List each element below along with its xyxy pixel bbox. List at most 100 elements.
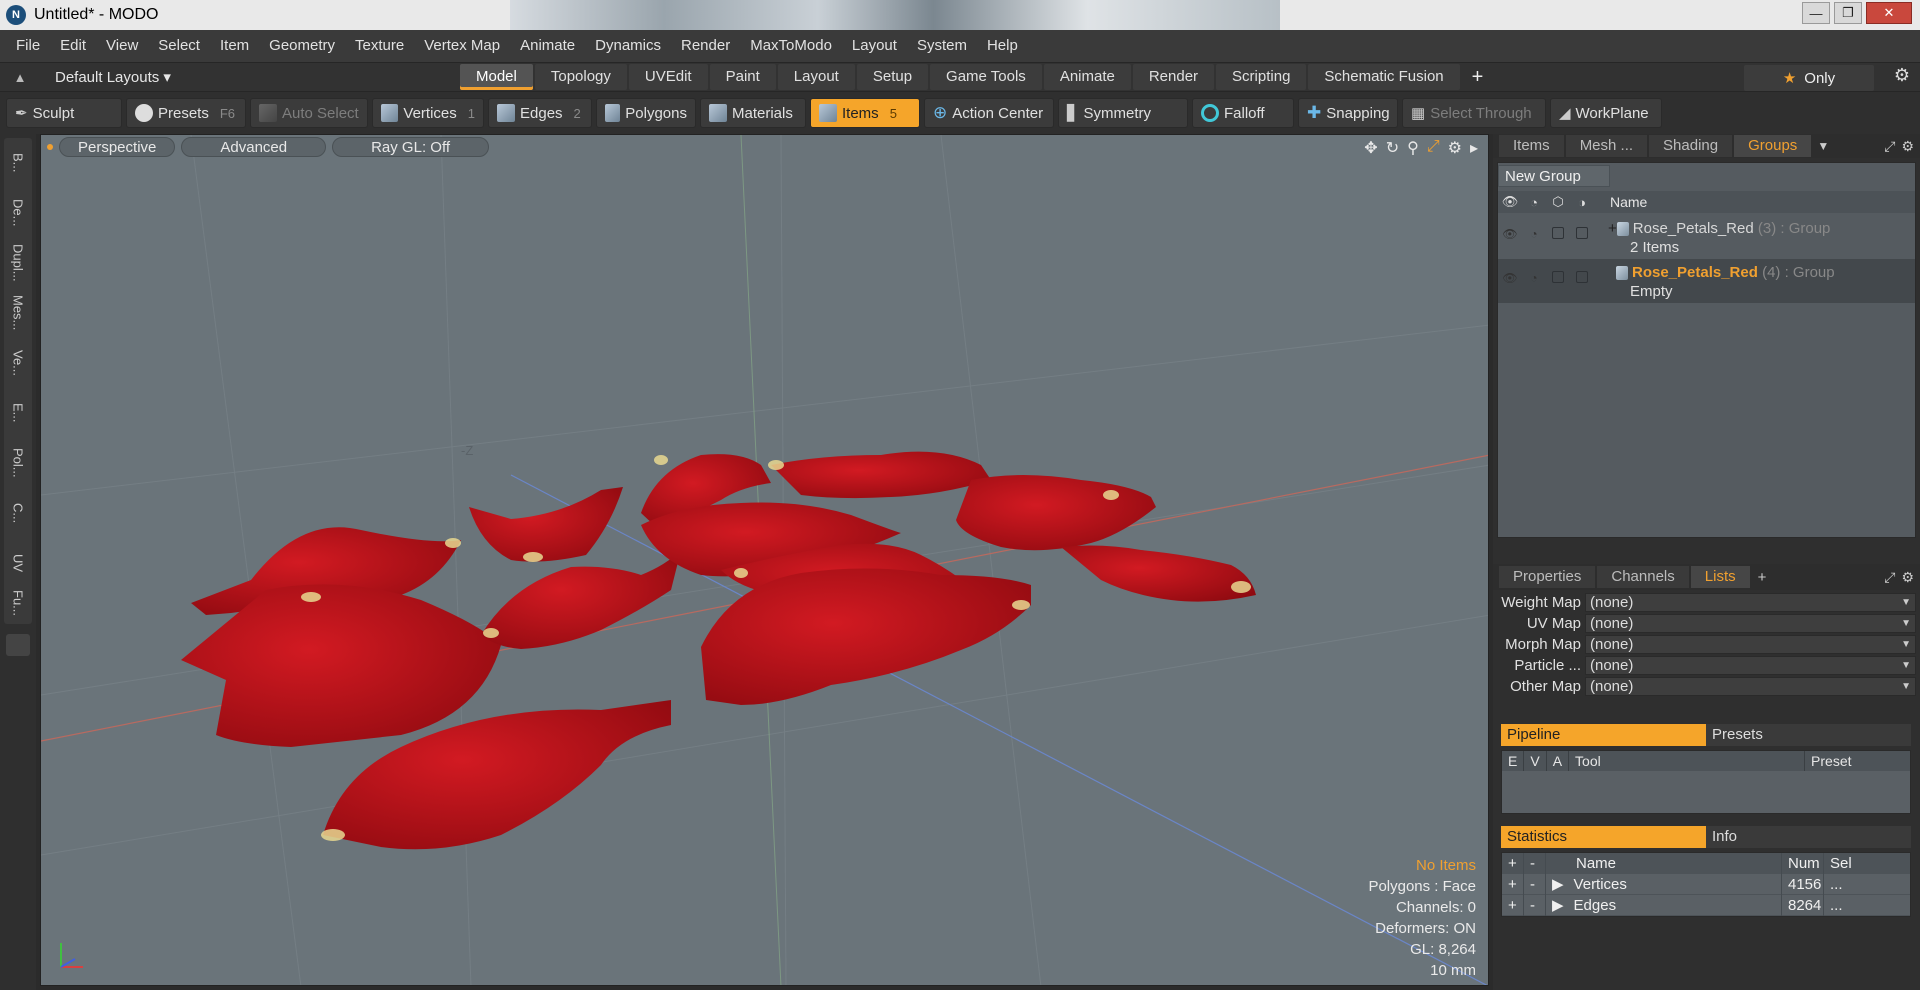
minimize-icon[interactable]: — [1802,2,1830,24]
rotate-icon[interactable]: ↻ [1386,138,1399,158]
select-checkbox[interactable] [1576,271,1588,283]
panel-gear-icon[interactable]: ⚙ [1901,138,1914,155]
lock-checkbox[interactable] [1552,271,1564,283]
view-advanced-button[interactable]: Advanced [181,137,327,157]
add-tab-icon[interactable]: + [1472,66,1484,89]
menu-edit[interactable]: Edit [50,30,96,62]
tab-mesh[interactable]: Mesh ... [1565,135,1648,157]
visibility-eye-icon[interactable]: 👁 [1498,271,1522,285]
polygons-button[interactable]: Polygons [596,98,696,128]
tab-game-tools[interactable]: Game Tools [930,64,1042,90]
sidebar-item-mesh[interactable]: Mes... [4,288,32,338]
tab-groups[interactable]: Groups [1734,135,1812,157]
lock-checkbox[interactable] [1552,227,1564,239]
menu-animate[interactable]: Animate [510,30,585,62]
tab-lists[interactable]: Lists [1690,566,1750,588]
tab-setup[interactable]: Setup [856,64,929,90]
weight-map-dropdown[interactable]: (none) ▼ [1585,593,1916,612]
panel-gear-icon[interactable]: ⚙ [1901,569,1914,586]
particle-map-dropdown[interactable]: (none) ▼ [1585,656,1916,675]
tab-info[interactable]: Info [1706,826,1911,848]
zoom-icon[interactable]: ⚲ [1407,138,1419,158]
sidebar-item-duplicate[interactable]: Dupl... [4,238,32,288]
auto-select-button[interactable]: Auto Select [250,98,368,128]
stat-sel[interactable]: ... [1824,895,1849,916]
tab-items[interactable]: Items [1499,135,1564,157]
menu-select[interactable]: Select [148,30,210,62]
uv-map-dropdown[interactable]: (none) ▼ [1585,614,1916,633]
tab-paint[interactable]: Paint [709,64,776,90]
sidebar-item-edge[interactable]: E... [4,388,32,438]
table-row[interactable]: + - ▶ Vertices 4156 ... [1502,873,1910,895]
edges-button[interactable]: Edges 2 [488,98,592,128]
sidebar-item-basic[interactable]: B... [4,138,32,188]
tab-model[interactable]: Model [460,64,533,90]
expand-arrow-icon[interactable]: ▸ [1470,138,1478,158]
snapping-button[interactable]: ✚ Snapping [1298,98,1398,128]
tab-layout[interactable]: Layout [777,64,855,90]
menu-file[interactable]: File [6,30,50,62]
other-map-dropdown[interactable]: (none) ▼ [1585,677,1916,696]
tab-topology[interactable]: Topology [534,64,627,90]
menu-system[interactable]: System [907,30,977,62]
tab-properties[interactable]: Properties [1499,566,1596,588]
table-row[interactable]: + - ▶ Edges 8264 ... [1502,894,1910,916]
vertices-button[interactable]: Vertices 1 [372,98,484,128]
sidebar-item-polygon[interactable]: Pol... [4,438,32,488]
group-row[interactable]: 👁 ◔ + Rose_Petals_Red (3) : Group 2 Items [1498,215,1915,259]
workplane-button[interactable]: ◢ WorkPlane [1550,98,1662,128]
items-button[interactable]: Items 5 [810,98,920,128]
3d-viewport[interactable]: Perspective Advanced Ray GL: Off ✥ ↻ ⚲ ⤢… [40,134,1489,986]
restore-icon[interactable]: ❐ [1834,2,1862,24]
render-toggle-icon[interactable]: ◔ [1522,271,1546,285]
add-button[interactable]: + [1502,894,1524,916]
pan-icon[interactable]: ✥ [1364,138,1377,158]
group-row-selected[interactable]: 👁 ◔ Rose_Petals_Red (4) : Group Empty [1498,259,1915,303]
close-icon[interactable]: ✕ [1866,2,1912,24]
tab-schematic-fusion[interactable]: Schematic Fusion [1308,64,1460,90]
remove-button[interactable]: - [1524,873,1546,895]
sidebar-toggle-button[interactable] [6,634,30,656]
new-group-button[interactable]: New Group [1498,165,1610,187]
falloff-button[interactable]: Falloff [1192,98,1294,128]
sidebar-item-curve[interactable]: C... [4,488,32,538]
visibility-eye-icon[interactable]: 👁 [1498,227,1522,241]
tab-uvedit[interactable]: UVEdit [628,64,708,90]
menu-geometry[interactable]: Geometry [259,30,345,62]
viewport-menu-dot[interactable] [47,144,53,150]
sidebar-item-fusion[interactable]: Fu... [4,578,32,628]
menu-vertex-map[interactable]: Vertex Map [414,30,510,62]
menu-help[interactable]: Help [977,30,1028,62]
add-panel-tab-icon[interactable]: + [1752,569,1767,586]
expand-triangle-icon[interactable]: ▶ [1552,897,1574,914]
tab-dropdown-icon[interactable]: ▼ [1813,139,1829,153]
expand-plus-icon[interactable]: + [1594,220,1617,237]
symmetry-button[interactable]: ▋ Symmetry [1058,98,1188,128]
tab-channels[interactable]: Channels [1597,566,1689,588]
menu-dynamics[interactable]: Dynamics [585,30,671,62]
menu-layout[interactable]: Layout [842,30,907,62]
select-checkbox[interactable] [1576,227,1588,239]
menu-texture[interactable]: Texture [345,30,414,62]
presets-button[interactable]: Presets F6 [126,98,246,128]
pin-icon[interactable]: ▲ [0,70,40,85]
gear-icon[interactable]: ⚙ [1894,65,1910,86]
render-toggle-icon[interactable]: ◔ [1522,227,1546,241]
sculpt-button[interactable]: ✒ Sculpt [6,98,122,128]
panel-expand-icon[interactable]: ⤢ [1884,138,1895,155]
menu-item[interactable]: Item [210,30,259,62]
only-button[interactable]: ★ Only [1744,65,1874,91]
tab-statistics[interactable]: Statistics [1501,826,1706,848]
default-layouts-dropdown[interactable]: Default Layouts ▾ [40,68,460,86]
tab-pipeline[interactable]: Pipeline [1501,724,1706,746]
remove-button[interactable]: - [1524,894,1546,916]
tab-render[interactable]: Render [1132,64,1215,90]
tab-scripting[interactable]: Scripting [1216,64,1307,90]
expand-triangle-icon[interactable]: ▶ [1552,876,1574,893]
menu-maxtomodo[interactable]: MaxToModo [740,30,842,62]
sidebar-item-deform[interactable]: De... [4,188,32,238]
action-center-button[interactable]: ⊕ Action Center [924,98,1054,128]
materials-button[interactable]: Materials [700,98,806,128]
tab-shading[interactable]: Shading [1649,135,1733,157]
panel-expand-icon[interactable]: ⤢ [1884,569,1895,586]
